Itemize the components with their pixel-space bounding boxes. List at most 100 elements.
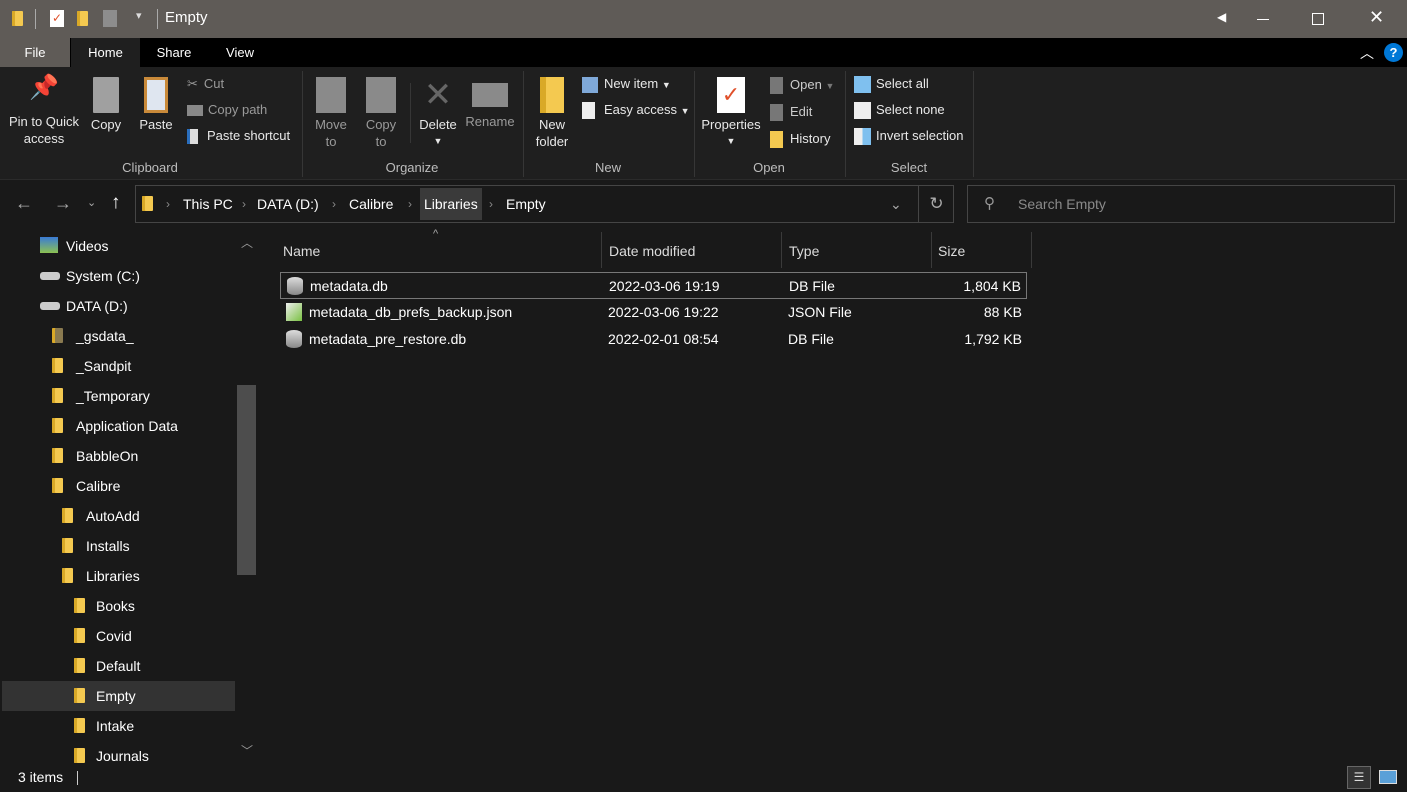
back-button[interactable]: ← [15, 193, 33, 214]
new-folder-qat-icon[interactable] [77, 11, 88, 26]
chevron-right-icon[interactable]: › [332, 186, 336, 222]
large-icons-view-button[interactable] [1379, 770, 1397, 784]
tab-home[interactable]: Home [71, 38, 140, 67]
up-button[interactable]: ↑ [111, 192, 121, 214]
paste-shortcut-button[interactable]: Paste shortcut [187, 125, 290, 147]
tab-file[interactable]: File [0, 38, 70, 67]
sidebar-item-babbleon[interactable]: BabbleOn [2, 441, 235, 471]
scrollbar-thumb[interactable] [237, 385, 256, 575]
search-box[interactable]: ⚲ Search Empty [967, 185, 1395, 223]
divider[interactable] [931, 232, 932, 268]
minimize-button[interactable] [1257, 19, 1269, 20]
move-to-button[interactable]: Move to [310, 77, 352, 150]
new-item-button[interactable]: New item ▼ [582, 73, 671, 95]
sidebar-item-installs[interactable]: Installs [2, 531, 235, 561]
breadcrumb-empty[interactable]: Empty [506, 186, 546, 222]
history-button[interactable]: History [770, 128, 830, 150]
new-folder-button[interactable]: New folder [530, 77, 574, 150]
sidebar-item-sandpit[interactable]: _Sandpit [2, 351, 235, 381]
easy-access-button[interactable]: Easy access ▼ [582, 99, 690, 121]
divider[interactable] [1031, 232, 1032, 268]
videos-icon [40, 237, 58, 253]
address-dropdown-icon[interactable]: ⌄ [890, 186, 902, 222]
refresh-button[interactable]: ↻ [918, 186, 954, 222]
select-all-button[interactable]: Select all [854, 73, 929, 95]
sidebar-item-empty[interactable]: Empty [2, 681, 235, 711]
divider [157, 9, 158, 29]
column-header-date[interactable]: Date modified [609, 235, 695, 267]
maximize-button[interactable] [1312, 13, 1324, 25]
column-header-name[interactable]: Name [283, 235, 320, 267]
copy-to-button[interactable]: Copy to [360, 77, 402, 150]
sidebar-item-calibre[interactable]: Calibre [2, 471, 235, 501]
chevron-right-icon[interactable]: › [489, 186, 493, 222]
sidebar-item-libraries[interactable]: Libraries [2, 561, 235, 591]
delete-button[interactable]: ✕ Delete ▼ [416, 77, 460, 150]
paste-button[interactable]: Paste [136, 77, 176, 133]
chevron-right-icon[interactable]: › [166, 186, 170, 222]
divider[interactable] [781, 232, 782, 268]
delete-x-icon: ✕ [423, 76, 453, 114]
column-header-size[interactable]: Size [938, 235, 965, 267]
close-button[interactable]: ✕ [1369, 7, 1384, 28]
file-row[interactable]: metadata.db 2022-03-06 19:19 DB File 1,8… [280, 272, 1027, 299]
search-input[interactable]: Search Empty [1018, 186, 1106, 222]
folder-icon [52, 418, 63, 433]
sidebar-item-gsdata[interactable]: _gsdata_ [2, 321, 235, 351]
sidebar-item-autoadd[interactable]: AutoAdd [2, 501, 235, 531]
sidebar-item-data-d[interactable]: DATA (D:) [2, 291, 235, 321]
details-view-button[interactable]: ☰ [1347, 766, 1371, 789]
copy-path-button[interactable]: Copy path [187, 99, 267, 121]
divider[interactable] [601, 232, 602, 268]
sidebar-item-intake[interactable]: Intake [2, 711, 235, 741]
sidebar-item-covid[interactable]: Covid [2, 621, 235, 651]
organize-group-label: Organize [385, 160, 439, 175]
address-bar[interactable]: › This PC › DATA (D:) › Calibre › Librar… [135, 185, 954, 223]
column-header-type[interactable]: Type [789, 235, 819, 267]
sidebar-item-default[interactable]: Default [2, 651, 235, 681]
copy-button[interactable]: Copy [86, 77, 126, 133]
sidebar-item-label: Libraries [86, 568, 140, 584]
pin-quick-access-button[interactable]: 📌 Pin to Quick access [4, 76, 84, 147]
select-group-label: Select [890, 160, 928, 175]
forward-button[interactable]: → [54, 193, 72, 214]
file-size: 1,792 KB [964, 331, 1022, 347]
sort-ascending-icon: ^ [433, 228, 439, 240]
drive-icon [40, 272, 60, 280]
scroll-up-button[interactable]: ︿ [241, 234, 253, 251]
tab-share[interactable]: Share [146, 38, 202, 67]
customize-qat-icon[interactable]: ▾ [136, 9, 142, 22]
invert-selection-button[interactable]: Invert selection [854, 125, 963, 147]
breadcrumb-this-pc[interactable]: This PC [183, 186, 233, 222]
scroll-down-button[interactable]: ﹀ [241, 742, 253, 759]
sidebar-item-application-data[interactable]: Application Data [2, 411, 235, 441]
file-row[interactable]: metadata_db_prefs_backup.json 2022-03-06… [280, 299, 1027, 326]
select-none-button[interactable]: Select none [854, 99, 945, 121]
rename-button[interactable]: Rename [464, 77, 516, 130]
paste-qat-icon[interactable] [103, 10, 117, 27]
chevron-right-icon[interactable]: › [408, 186, 412, 222]
help-icon[interactable]: ? [1384, 43, 1403, 62]
recent-locations-button[interactable]: ⌄ [87, 196, 96, 209]
cut-button[interactable]: ✂ Cut [187, 73, 224, 95]
sidebar-item-books[interactable]: Books [2, 591, 235, 621]
chevron-right-icon[interactable]: › [242, 186, 246, 222]
divider [77, 771, 78, 785]
breadcrumb-calibre[interactable]: Calibre [349, 186, 393, 222]
collapse-ribbon-icon[interactable]: ︿ [1360, 43, 1374, 63]
sidebar-item-system-c[interactable]: System (C:) [2, 261, 235, 291]
properties-button[interactable]: ✓ Properties ▼ [698, 77, 764, 150]
tab-view[interactable]: View [212, 38, 268, 67]
edit-button[interactable]: Edit [770, 101, 812, 123]
scroll-tabs-icon[interactable]: ◀ [1217, 10, 1226, 24]
sidebar-item-temporary[interactable]: _Temporary [2, 381, 235, 411]
file-row[interactable]: metadata_pre_restore.db 2022-02-01 08:54… [280, 326, 1027, 353]
breadcrumb-data-d[interactable]: DATA (D:) [257, 186, 319, 222]
scissors-icon: ✂ [187, 76, 198, 91]
sidebar-item-videos[interactable]: Videos [2, 231, 235, 261]
folder-icon [74, 688, 85, 703]
breadcrumb-libraries[interactable]: Libraries [420, 188, 482, 220]
properties-qat-icon[interactable]: ✓ [50, 10, 64, 27]
clipboard-group-label: Clipboard [122, 160, 178, 175]
open-button[interactable]: Open ▼ [770, 74, 834, 96]
